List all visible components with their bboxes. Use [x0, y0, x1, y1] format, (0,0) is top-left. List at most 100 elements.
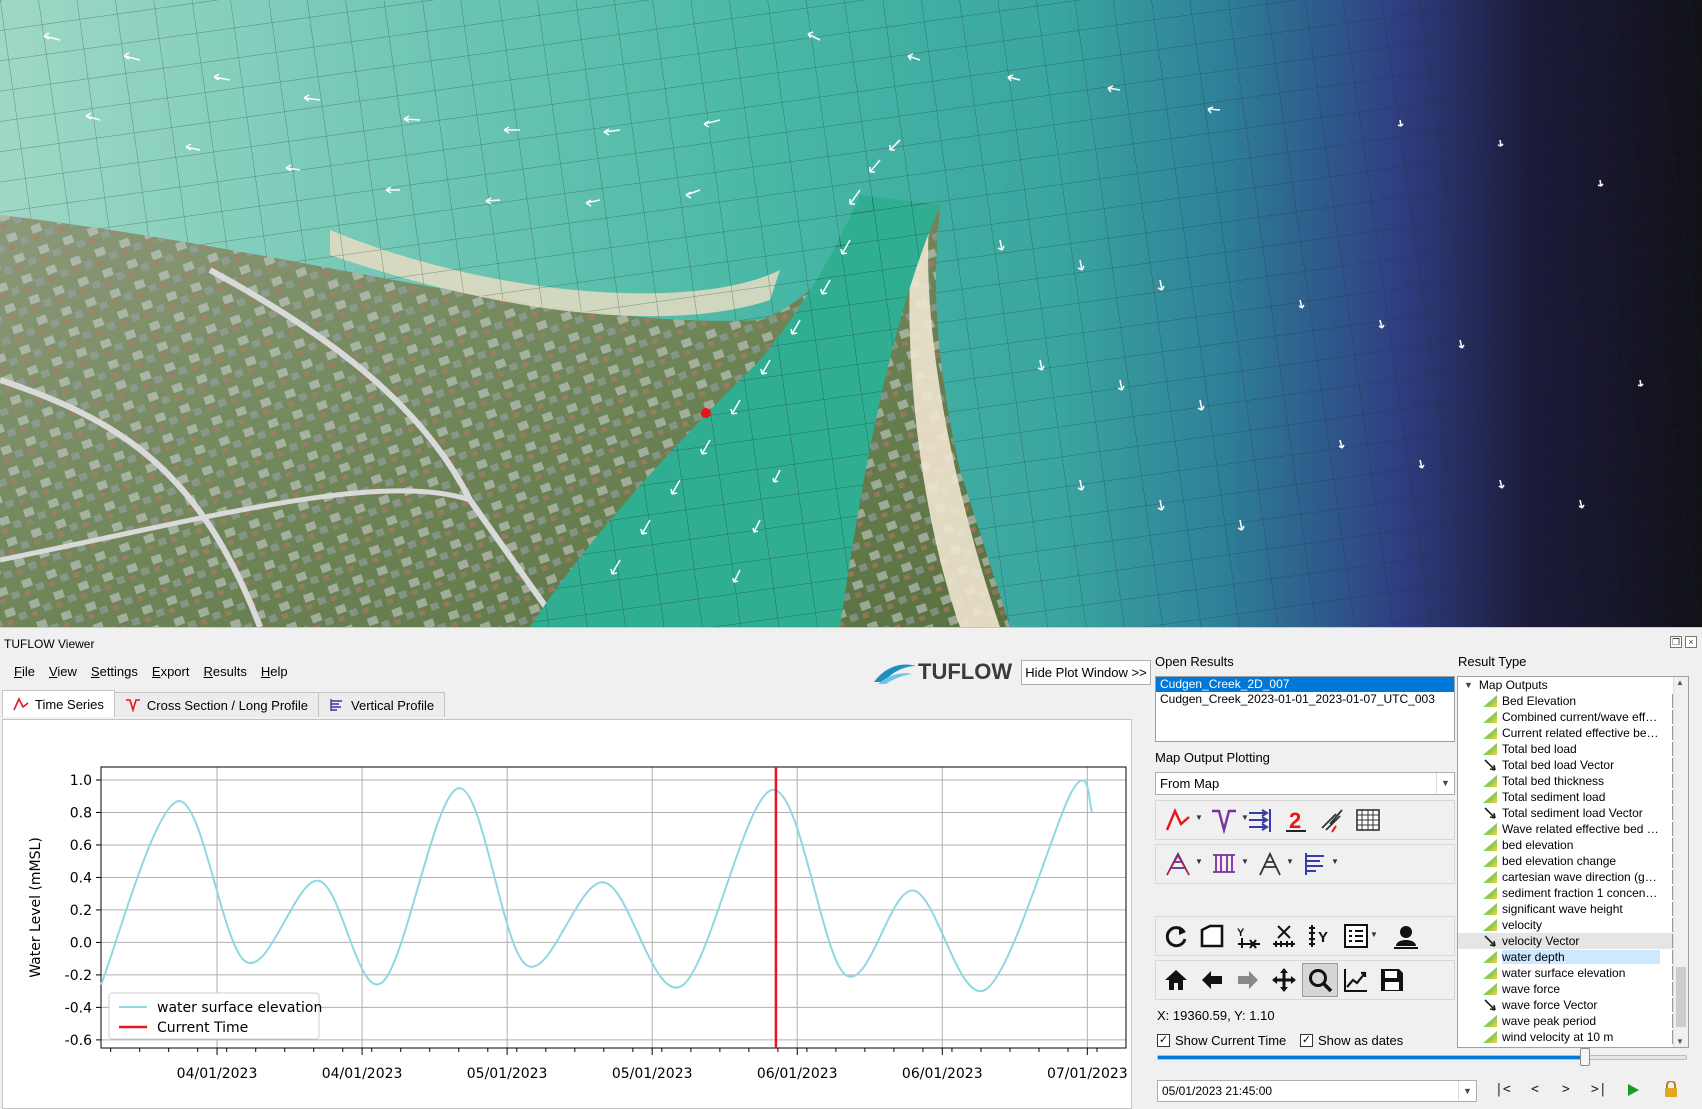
freeze-x-axis-button[interactable]: [1266, 919, 1302, 953]
time-slider-handle[interactable]: [1580, 1048, 1590, 1066]
user-plot-data-button[interactable]: [1388, 919, 1424, 953]
result-type-item[interactable]: Total bed load2: [1458, 741, 1688, 757]
result-type-item[interactable]: wave peak period2: [1458, 1013, 1688, 1029]
show-current-time-checkbox[interactable]: ✓ Show Current Time: [1157, 1031, 1286, 1048]
time-series-chart[interactable]: 1.00.80.60.40.20.0-0.2-0.4-0.604/01/2023…: [3, 720, 1131, 1108]
chevron-down-icon[interactable]: ▼: [1241, 813, 1249, 822]
result-type-item[interactable]: sediment fraction 1 concentration2: [1458, 885, 1688, 901]
menu-settings[interactable]: Settings: [91, 664, 138, 679]
tree-group-map-outputs[interactable]: ▼ Map Outputs: [1458, 677, 1688, 693]
2d-label-tool-button[interactable]: 2: [1278, 803, 1314, 837]
refresh-button[interactable]: [1158, 919, 1194, 953]
menu-export[interactable]: Export: [152, 664, 190, 679]
plot-area[interactable]: 1.00.80.60.40.20.0-0.2-0.4-0.604/01/2023…: [2, 719, 1132, 1109]
chevron-down-icon[interactable]: ▼: [1195, 813, 1203, 822]
table-tool-button[interactable]: [1350, 803, 1386, 837]
clear-button[interactable]: [1194, 919, 1230, 953]
result-type-item[interactable]: Total sediment load2: [1458, 789, 1688, 805]
result-type-item[interactable]: wave force Vector2: [1458, 997, 1688, 1013]
tab-cross-section[interactable]: Cross Section / Long Profile: [114, 692, 319, 717]
menu-file[interactable]: File: [14, 664, 35, 679]
freeze-y-axis-button[interactable]: Y: [1302, 919, 1338, 953]
result-type-item[interactable]: velocity2: [1458, 917, 1688, 933]
freeze-axis-labels-button[interactable]: Y: [1230, 919, 1266, 953]
home-button[interactable]: [1158, 963, 1194, 997]
flux-tool-icon: [1246, 806, 1274, 834]
chevron-down-icon[interactable]: ▼: [1370, 930, 1378, 939]
map-canvas[interactable]: [0, 0, 1702, 627]
cross-section-tool-button[interactable]: [1206, 803, 1242, 837]
curtain-profile-tool-button[interactable]: [1252, 847, 1288, 881]
chevron-up-icon[interactable]: ▲: [1676, 678, 1684, 687]
result-type-item[interactable]: Combined current/wave effective bed shea…: [1458, 709, 1688, 725]
current-time-select[interactable]: 05/01/2023 21:45:00 ▼: [1157, 1080, 1477, 1102]
tab-time-series[interactable]: Time Series: [2, 690, 115, 717]
tab-vertical-profile[interactable]: Vertical Profile: [318, 692, 445, 717]
legend-button[interactable]: [1338, 919, 1374, 953]
result-type-item[interactable]: water surface elevation2: [1458, 965, 1688, 981]
result-type-item[interactable]: Total sediment load Vector2: [1458, 805, 1688, 821]
result-type-tree[interactable]: ▼ Map Outputs Bed Elevation2Combined cur…: [1457, 676, 1689, 1048]
long-profile-tool-button[interactable]: [1160, 847, 1196, 881]
pan-button[interactable]: [1266, 963, 1302, 997]
result-type-item[interactable]: cartesian wave direction (going to)2: [1458, 869, 1688, 885]
time-series-tool-button[interactable]: [1160, 803, 1196, 837]
chevron-down-icon[interactable]: ▼: [1458, 1081, 1476, 1101]
move-icon: [1270, 966, 1298, 994]
checkbox-box[interactable]: ✓: [1157, 1034, 1170, 1047]
open-result-item[interactable]: Cudgen_Creek_2D_007: [1156, 677, 1454, 692]
vector-result-icon: [1482, 758, 1498, 772]
chevron-down-icon[interactable]: ▼: [1464, 680, 1473, 690]
forward-button[interactable]: [1230, 963, 1266, 997]
section-profile-tool-button[interactable]: [1206, 847, 1242, 881]
curtain-tool-button[interactable]: [1314, 803, 1350, 837]
lock-icon[interactable]: [1664, 1081, 1678, 1097]
last-timestep-button[interactable]: >|: [1591, 1082, 1607, 1097]
menu-view[interactable]: View: [49, 664, 77, 679]
chevron-down-icon[interactable]: ▼: [1436, 773, 1454, 794]
chevron-down-icon[interactable]: ▼: [1286, 857, 1294, 866]
chevron-down-icon[interactable]: ▼: [1676, 1037, 1684, 1046]
tuflow-logo: TUFLOW: [872, 658, 1016, 686]
result-type-item[interactable]: water depth2: [1458, 949, 1688, 965]
result-type-item[interactable]: Wave related effective bed shear2: [1458, 821, 1688, 837]
hide-plot-window-button[interactable]: Hide Plot Window >>: [1021, 660, 1151, 685]
chevron-down-icon[interactable]: ▼: [1241, 857, 1249, 866]
result-type-item[interactable]: Current related effective bed shear2: [1458, 725, 1688, 741]
result-type-item[interactable]: bed elevation2: [1458, 837, 1688, 853]
first-timestep-button[interactable]: |<: [1495, 1082, 1511, 1097]
map-output-plotting-select[interactable]: From Map ▼: [1155, 772, 1455, 795]
save-figure-button[interactable]: [1374, 963, 1410, 997]
result-type-item[interactable]: wind velocity at 10 m2: [1458, 1029, 1688, 1045]
result-type-item[interactable]: Total bed thickness2: [1458, 773, 1688, 789]
open-results-list[interactable]: Cudgen_Creek_2D_007 Cudgen_Creek_2023-01…: [1155, 676, 1455, 742]
configure-subplots-button[interactable]: [1338, 963, 1374, 997]
zoom-button[interactable]: [1302, 963, 1338, 997]
result-type-item[interactable]: wave force2: [1458, 981, 1688, 997]
checkbox-box[interactable]: ✓: [1300, 1034, 1313, 1047]
result-type-item[interactable]: Total bed load Vector2: [1458, 757, 1688, 773]
y-tick-label: 0.8: [70, 805, 92, 821]
back-button[interactable]: [1194, 963, 1230, 997]
close-icon[interactable]: ×: [1685, 636, 1697, 648]
menu-results[interactable]: Results: [203, 664, 246, 679]
show-current-time-label: Show Current Time: [1175, 1033, 1286, 1048]
vertical-profile-tool-button[interactable]: [1298, 847, 1334, 881]
result-type-item[interactable]: significant wave height2: [1458, 901, 1688, 917]
menu-help[interactable]: Help: [261, 664, 288, 679]
chevron-down-icon[interactable]: ▼: [1331, 857, 1339, 866]
result-type-item[interactable]: Bed Elevation2: [1458, 693, 1688, 709]
open-result-item[interactable]: Cudgen_Creek_2023-01-01_2023-01-07_UTC_0…: [1156, 692, 1454, 707]
time-slider-track[interactable]: [1157, 1055, 1687, 1060]
result-type-item[interactable]: bed elevation change2: [1458, 853, 1688, 869]
play-icon[interactable]: [1626, 1083, 1640, 1097]
tree-scrollbar[interactable]: ▲ ▼: [1673, 677, 1688, 1047]
chevron-down-icon[interactable]: ▼: [1195, 857, 1203, 866]
show-as-dates-checkbox[interactable]: ✓Show as dates: [1300, 1031, 1403, 1048]
previous-timestep-button[interactable]: <: [1531, 1082, 1539, 1097]
float-icon[interactable]: ❐: [1670, 636, 1682, 648]
tree-scroll-thumb[interactable]: [1676, 967, 1686, 1027]
result-type-item[interactable]: velocity Vector2: [1458, 933, 1688, 949]
grid-icon: [1354, 806, 1382, 834]
next-timestep-button[interactable]: >: [1562, 1082, 1570, 1097]
